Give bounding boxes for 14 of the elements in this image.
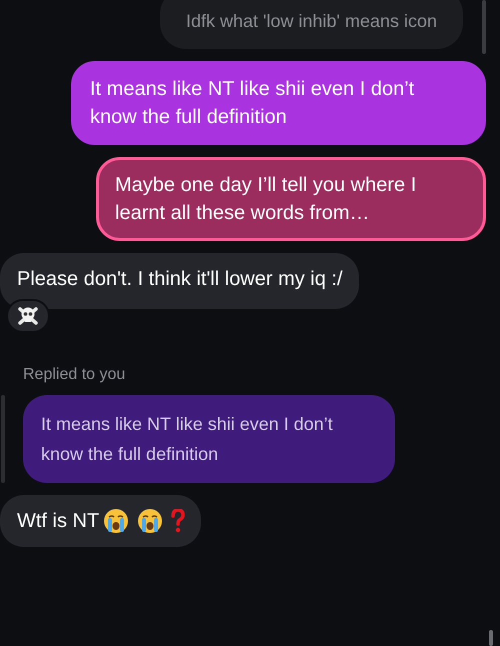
scrollbar [489,630,493,646]
sent-message: It means like NT like shii even I don’t know the full definition [71,61,486,145]
reaction-badge[interactable] [6,299,50,333]
scrollbar [482,0,486,54]
crying-face-icon [103,508,130,534]
message-text: Please don't. I think it'll lower my iq :/ [17,267,343,292]
reply-label: Replied to you [22,365,126,385]
message-preview: Idfk what 'low inhib' means icon [160,0,463,49]
question-mark-icon [171,509,186,533]
quoted-message: It means like NT like shii even I don’t know the full definition [23,395,395,483]
sent-message: Maybe one day I’ll tell you where I learnt all these words from… [96,157,486,241]
skull-icon [17,305,39,327]
crying-face-icon [137,508,164,534]
message-text: Wtf is NT [17,509,100,534]
